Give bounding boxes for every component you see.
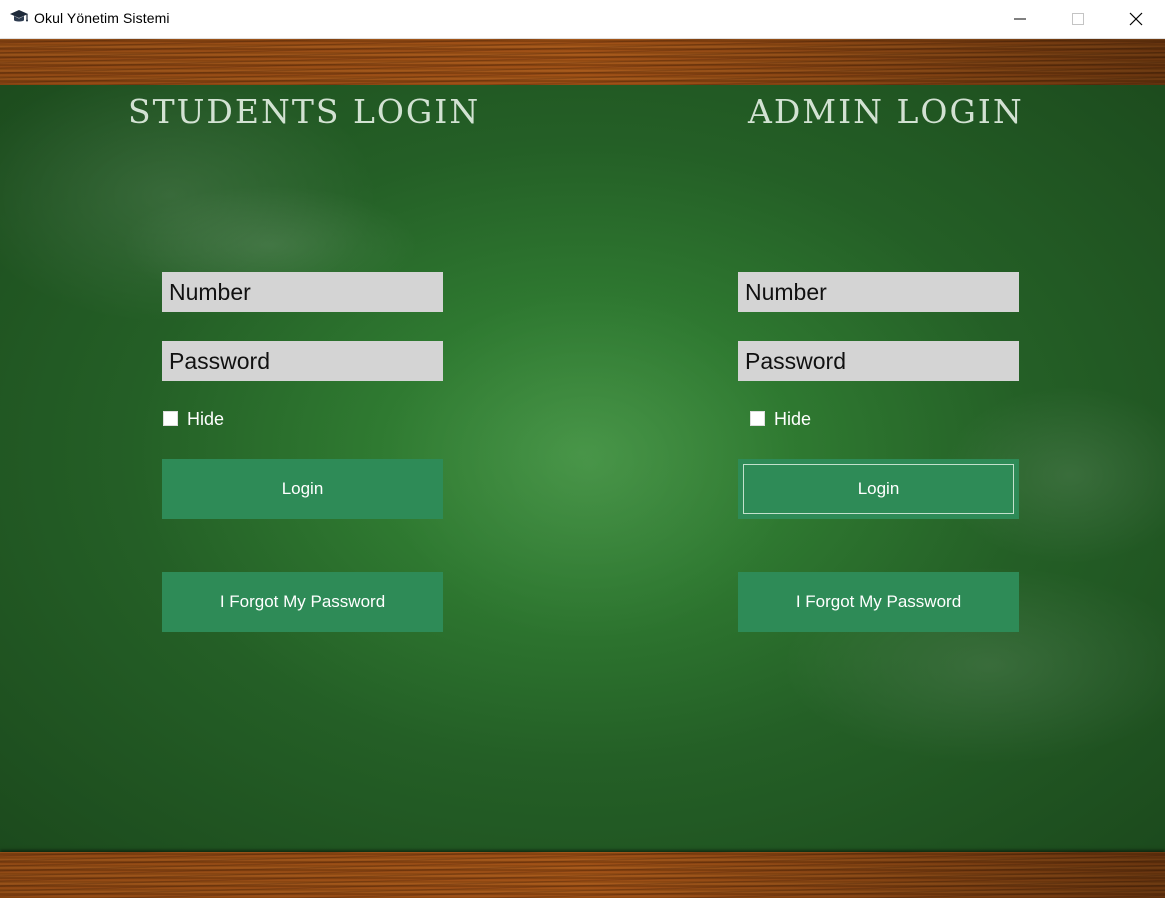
admin-password-field[interactable]: [738, 341, 1019, 381]
admin-number-field[interactable]: [738, 272, 1019, 312]
students-password-field[interactable]: [162, 341, 443, 381]
students-login-heading: STUDENTS LOGIN: [128, 92, 481, 131]
students-number-field[interactable]: [162, 272, 443, 312]
close-icon: [1129, 12, 1143, 26]
graduation-cap-icon: [9, 9, 29, 25]
students-forgot-password-button[interactable]: I Forgot My Password: [162, 572, 443, 632]
close-button[interactable]: [1107, 0, 1165, 39]
admin-forgot-password-button[interactable]: I Forgot My Password: [738, 572, 1019, 632]
admin-login-heading: ADMIN LOGIN: [748, 92, 1024, 131]
wood-frame-bottom: [0, 852, 1165, 898]
admin-login-button[interactable]: Login: [738, 459, 1019, 519]
admin-hide-checkbox[interactable]: [750, 411, 765, 426]
students-login-button[interactable]: Login: [162, 459, 443, 519]
wood-frame-top: [0, 39, 1165, 85]
admin-hide-label: Hide: [774, 409, 812, 429]
minimize-button[interactable]: [991, 0, 1049, 39]
chalk-smudge: [380, 285, 800, 645]
students-hide-label: Hide: [187, 409, 225, 429]
title-bar: Okul Yönetim Sistemi: [0, 0, 1165, 39]
maximize-icon: [1072, 13, 1084, 25]
window-title: Okul Yönetim Sistemi: [34, 10, 170, 26]
students-hide-checkbox[interactable]: [163, 411, 178, 426]
maximize-button: [1049, 0, 1107, 39]
minimize-icon: [1014, 18, 1026, 20]
